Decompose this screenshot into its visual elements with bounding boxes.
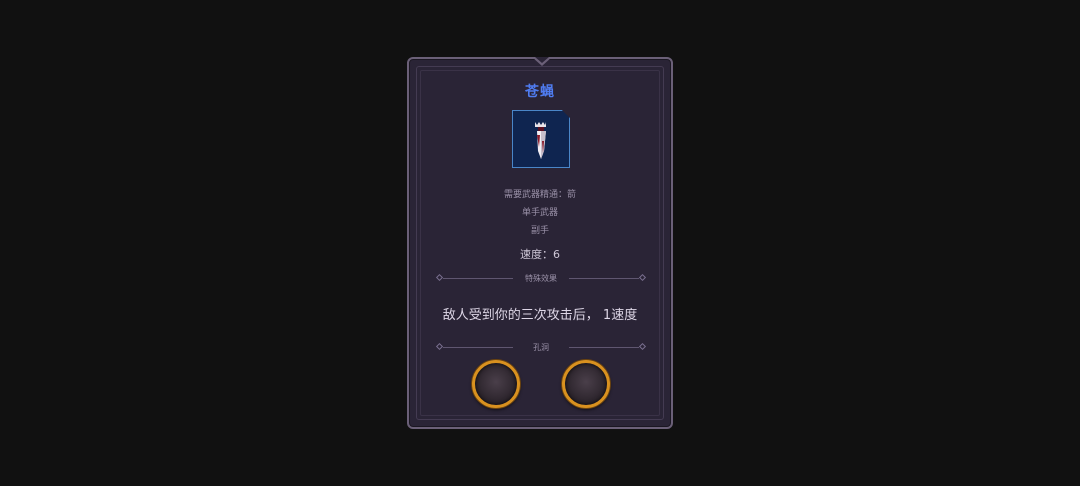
item-tooltip-card: 苍蝇 需要武器精通：箭 单手武器 副手 速度：6 特殊效果 敌人受到你的三次攻击… [407,57,673,429]
weapon-requirement: 需要武器精通：箭 [503,190,576,200]
top-notch-inner [535,57,549,63]
divider-line-right [569,347,639,348]
item-name: 苍蝇 [525,84,555,100]
speed-stat: 速度：6 [520,248,560,261]
special-effect-text: 敌人受到你的三次攻击后， 1速度 [442,308,638,323]
empty-socket-1[interactable] [472,360,520,408]
divider-line-right [569,278,639,279]
socket-divider: 孔洞 [435,342,647,353]
special-effect-divider: 特殊效果 [435,273,647,284]
empty-socket-2[interactable] [562,360,610,408]
weapon-type: 单手武器 [521,208,558,218]
equip-slot: 副手 [530,226,549,236]
dagger-icon [512,110,570,168]
